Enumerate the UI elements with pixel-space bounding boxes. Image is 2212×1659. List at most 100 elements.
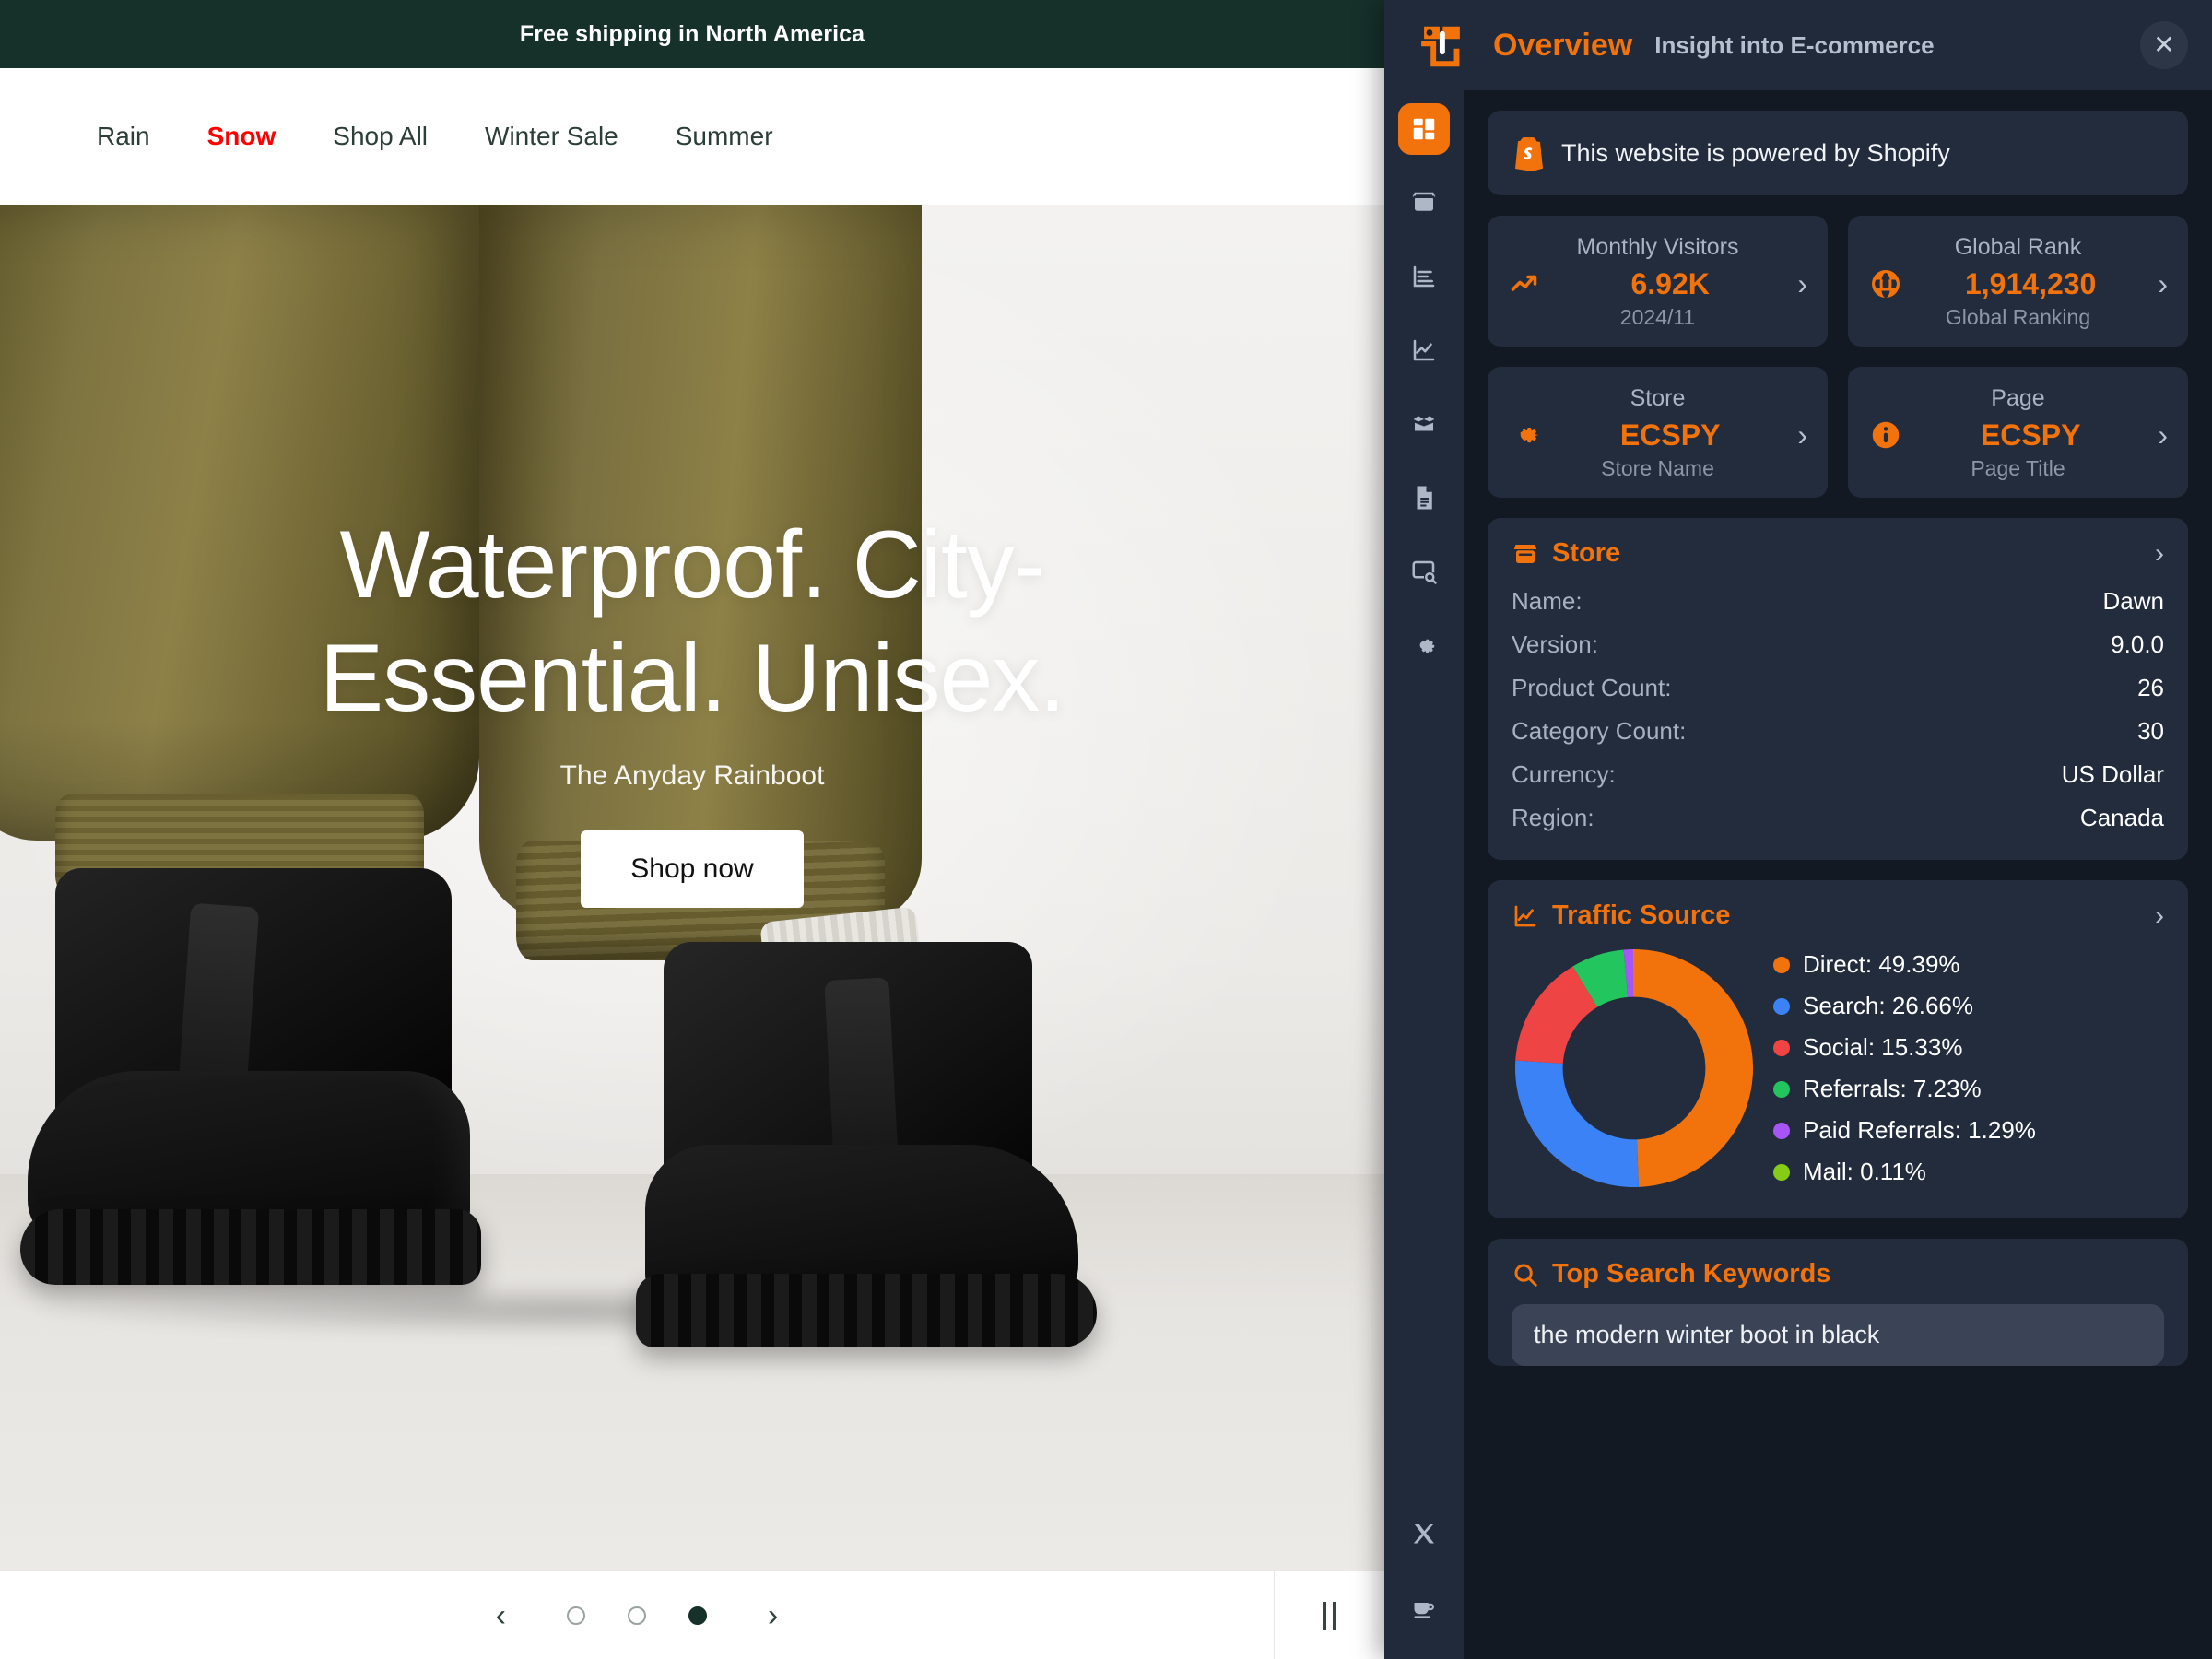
close-icon[interactable]: ✕ [2140, 21, 2188, 69]
stat-card-global-rank[interactable]: Global Rank 1,914,230 › Global Ranking [1848, 216, 2188, 347]
nav-item-snow[interactable]: Snow [207, 122, 276, 151]
rail-item-package[interactable] [1398, 398, 1450, 450]
donut-slice [1634, 948, 1754, 1187]
carousel-pause-button[interactable] [1323, 1601, 1336, 1630]
shop-now-button[interactable]: Shop now [581, 830, 804, 909]
rail-item-settings[interactable] [1398, 619, 1450, 671]
donut-slice [1514, 1060, 1639, 1188]
stat-value: ECSPY [1980, 418, 2081, 452]
carousel-dot-2[interactable] [628, 1606, 646, 1625]
store-detail-value: 30 [2137, 717, 2164, 745]
chevron-right-icon: › [1797, 418, 1807, 452]
store-detail-key: Name: [1512, 587, 1583, 615]
globe-icon [1868, 266, 1903, 301]
store-details-list: Name: Dawn Version: 9.0.0 Product Count:… [1488, 578, 2188, 860]
carousel-controls: ‹ › [0, 1571, 1384, 1659]
rail-item-store[interactable] [1398, 177, 1450, 229]
store-section-header[interactable]: Store › [1488, 518, 2188, 578]
traffic-section-title: Traffic Source [1552, 900, 1731, 930]
store-detail-value: 26 [2137, 674, 2164, 701]
site-navigation: Rain Snow Shop All Winter Sale Summer [0, 68, 1384, 205]
store-detail-row: Product Count: 26 [1512, 666, 2164, 710]
store-detail-key: Region: [1512, 804, 1594, 831]
powered-by-banner: This website is powered by Shopify [1488, 111, 2188, 195]
rail-item-document[interactable] [1398, 472, 1450, 524]
legend-item: Search: 26.66% [1773, 992, 2164, 1020]
store-detail-row: Category Count: 30 [1512, 710, 2164, 753]
stat-card-page[interactable]: Page ECSPY › Page Title [1848, 367, 2188, 498]
store-detail-row: Version: 9.0.0 [1512, 623, 2164, 666]
legend-color-dot [1773, 1163, 1790, 1181]
store-details-card: Store › Name: Dawn Version: 9.0.0 Produc… [1488, 518, 2188, 860]
stat-note: Global Ranking [1945, 305, 2091, 329]
legend-label: Direct: 49.39% [1803, 950, 1960, 978]
traffic-donut-chart [1512, 946, 1757, 1191]
rail-item-x-twitter-icon[interactable] [1398, 1508, 1450, 1559]
store-detail-value: Dawn [2102, 587, 2164, 615]
stat-label: Monthly Visitors [1576, 234, 1739, 260]
stat-row-bottom: Store ECSPY › Store Name Page ECSPY › Pa… [1488, 367, 2188, 498]
chevron-right-icon[interactable]: › [2155, 901, 2164, 930]
store-detail-value: 9.0.0 [2111, 630, 2164, 658]
store-icon [1512, 539, 1541, 569]
legend-item: Direct: 49.39% [1773, 950, 2164, 979]
carousel-dot-1[interactable] [567, 1606, 585, 1625]
stat-note: 2024/11 [1619, 305, 1696, 329]
nav-item-summer[interactable]: Summer [676, 122, 773, 151]
carousel-prev-button[interactable]: ‹ [487, 1596, 515, 1635]
traffic-legend: Direct: 49.39% Search: 26.66% Social: 15.3… [1773, 950, 2164, 1186]
stat-label: Page [1991, 385, 2045, 411]
legend-item: Mail: 0.11% [1773, 1158, 2164, 1186]
panel-title: Overview [1493, 27, 1633, 63]
legend-label: Mail: 0.11% [1803, 1158, 1926, 1185]
keyword-chip[interactable]: the modern winter boot in black [1512, 1304, 2164, 1366]
rail-item-line-chart[interactable] [1398, 324, 1450, 376]
legend-label: Search: 26.66% [1803, 992, 1974, 1019]
hero-banner: Waterproof. City- Essential. Unisex. The… [0, 205, 1384, 1571]
keywords-section-header: Top Search Keywords [1488, 1239, 2188, 1299]
ecommerce-website: Free shipping in North America Rain Snow… [0, 0, 1384, 1659]
store-section-title: Store [1552, 538, 1621, 568]
traffic-source-card: Traffic Source › Direct: 49.39% Search: 2… [1488, 880, 2188, 1218]
stat-card-store[interactable]: Store ECSPY › Store Name [1488, 367, 1828, 498]
panel-subtitle: Insight into E-commerce [1654, 30, 1935, 59]
stat-label: Global Rank [1954, 234, 2082, 260]
legend-color-dot [1773, 1122, 1790, 1139]
legend-label: Social: 15.33% [1803, 1033, 1963, 1061]
legend-color-dot [1773, 1039, 1790, 1056]
chevron-right-icon[interactable]: › [2155, 539, 2164, 568]
stat-card-monthly-visitors[interactable]: Monthly Visitors 6.92K › 2024/11 [1488, 216, 1828, 347]
trend-up-icon [1508, 266, 1543, 301]
rail-item-page-search[interactable] [1398, 546, 1450, 597]
announcement-bar: Free shipping in North America [0, 0, 1384, 68]
ecspy-logo-icon [1405, 20, 1484, 70]
chevron-right-icon: › [1797, 267, 1807, 300]
powered-by-text: This website is powered by Shopify [1561, 138, 1950, 167]
announcement-text: Free shipping in North America [519, 20, 865, 47]
stat-value: 6.92K [1630, 266, 1710, 300]
stat-note: Page Title [1971, 456, 2065, 480]
nav-item-rain[interactable]: Rain [97, 122, 150, 151]
carousel-dot-3[interactable] [688, 1606, 707, 1625]
legend-color-dot [1773, 997, 1790, 1015]
panel-header: Overview Insight into E-commerce ✕ [1384, 0, 2212, 90]
store-detail-row: Name: Dawn [1512, 580, 2164, 623]
store-detail-value: US Dollar [2061, 760, 2164, 788]
carousel-next-button[interactable]: › [759, 1596, 787, 1635]
shopify-icon [1515, 137, 1543, 171]
ecspy-extension-panel: Overview Insight into E-commerce ✕ This … [1384, 0, 2212, 1659]
legend-color-dot [1773, 956, 1790, 973]
rail-item-dashboard[interactable] [1398, 103, 1450, 155]
traffic-section-header[interactable]: Traffic Source › [1488, 880, 2188, 940]
store-detail-value: Canada [2079, 804, 2164, 831]
legend-item: Referrals: 7.23% [1773, 1075, 2164, 1103]
store-detail-key: Product Count: [1512, 674, 1672, 701]
chevron-right-icon: › [2158, 267, 2168, 300]
nav-item-shop-all[interactable]: Shop All [333, 122, 428, 151]
rail-item-coffee-icon[interactable] [1398, 1583, 1450, 1635]
keywords-section-title: Top Search Keywords [1552, 1259, 1831, 1288]
nav-item-winter-sale[interactable]: Winter Sale [485, 122, 618, 151]
rail-item-bar-chart[interactable] [1398, 251, 1450, 302]
stat-note: Store Name [1601, 456, 1714, 480]
line-chart-icon [1512, 901, 1541, 931]
